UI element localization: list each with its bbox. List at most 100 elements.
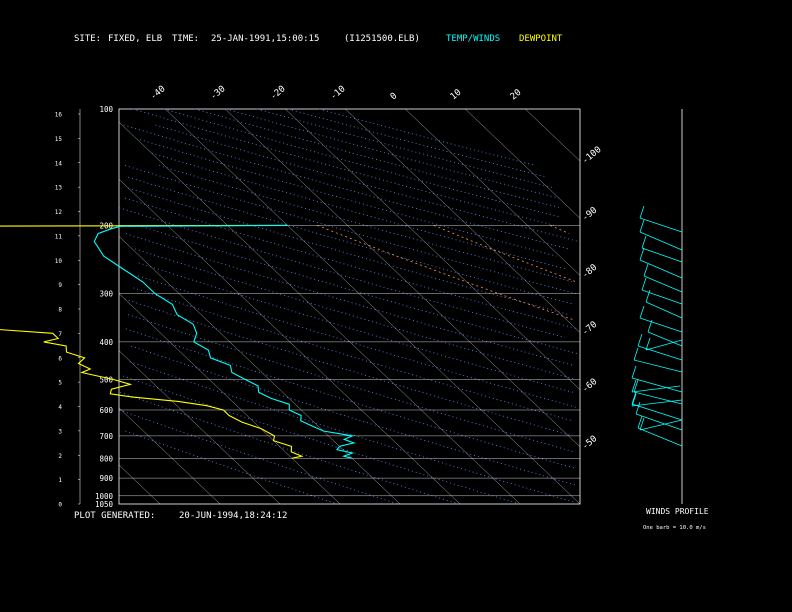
wind-barb-flag <box>631 391 637 405</box>
dry-adiabat-line <box>125 430 338 505</box>
isotherm-tick-label: -40 <box>149 84 168 102</box>
wind-barb-flag <box>643 263 649 277</box>
height-tick-label: 7 <box>58 331 62 338</box>
wind-barb-flag <box>639 219 645 233</box>
moist-adiabat-line <box>550 225 570 234</box>
pressure-tick-label: 700 <box>99 432 113 441</box>
pressure-tick-label: 900 <box>99 474 113 483</box>
isotherm-line <box>465 108 581 219</box>
wind-barb-flag <box>631 393 637 407</box>
dry-adiabat-line <box>124 165 577 294</box>
dry-adiabat-line <box>127 187 569 315</box>
height-tick-label: 8 <box>58 307 62 314</box>
dry-adiabat-line <box>287 108 547 178</box>
height-tick-label: 6 <box>58 355 62 362</box>
dry-adiabat-line <box>134 248 576 380</box>
height-tick-label: 9 <box>58 282 62 289</box>
isotherm-line <box>525 108 581 162</box>
wind-barb-shaft <box>645 339 683 351</box>
wind-barb-shaft <box>639 317 683 333</box>
winds-profile-panel: WINDS PROFILE One barb = 10.0 m/s <box>631 109 709 531</box>
isotherm-line <box>118 407 221 505</box>
wind-barb-flag <box>631 365 637 379</box>
wind-barb-flag <box>647 319 653 333</box>
plot-area: 1002003004005006007008009001000105001234… <box>0 84 604 509</box>
isotherm-line <box>285 108 581 390</box>
height-tick-label: 16 <box>55 112 63 119</box>
height-tick-label: 13 <box>55 185 63 192</box>
dry-adiabat-line <box>119 207 565 338</box>
time-label: TIME: <box>172 34 199 44</box>
dry-adiabat-line <box>128 176 575 305</box>
skew-t-chart: SITE: FIXED, ELB TIME: 25-JAN-1991,15:00… <box>0 34 709 531</box>
pressure-tick-label: 300 <box>99 290 113 299</box>
height-tick-label: 10 <box>55 258 63 265</box>
isotherm-line <box>118 179 461 505</box>
dry-adiabat-line <box>155 124 579 242</box>
plot-generated-label: PLOT GENERATED: <box>74 511 155 521</box>
isotherm-tick-label: -30 <box>209 84 228 102</box>
height-tick-label: 1 <box>58 477 62 484</box>
dry-adiabat-line <box>159 165 575 283</box>
wind-barb-shaft <box>631 385 681 393</box>
dry-adiabat-line <box>132 108 555 226</box>
wind-barb-shaft <box>643 275 683 293</box>
wind-barb-shaft <box>639 419 683 431</box>
pressure-tick-label: 400 <box>99 338 113 347</box>
isotherm-line <box>165 108 581 505</box>
dry-adiabat-line <box>151 152 568 270</box>
isotherm-tick-label: -100 <box>581 145 604 167</box>
plot-generated-value: 20-JUN-1994,18:24:12 <box>179 511 287 521</box>
wind-barb-shaft <box>637 345 683 361</box>
wind-barb-flag <box>633 347 639 361</box>
wind-barb-flag <box>641 277 647 291</box>
height-tick-label: 14 <box>55 160 63 167</box>
isotherm-line <box>118 464 161 505</box>
wind-barb-shaft <box>631 377 683 393</box>
site-value: FIXED, ELB <box>108 34 162 44</box>
legend-temp-winds: TEMP/WINDS <box>446 34 500 44</box>
dry-adiabat-line <box>124 197 578 330</box>
wind-barb-flag <box>633 379 639 393</box>
height-tick-label: 11 <box>55 233 63 240</box>
height-tick-label: 2 <box>58 453 62 460</box>
dry-adiabat-line <box>129 361 576 503</box>
isotherm-tick-label: -20 <box>269 84 288 102</box>
dry-adiabat-line <box>138 262 574 393</box>
wind-barb-flag <box>635 401 641 415</box>
dry-adiabat-line <box>122 375 520 505</box>
isotherm-line <box>118 121 521 505</box>
wind-barb-flag <box>645 337 651 351</box>
isotherm-tick-label: 0 <box>389 91 400 102</box>
height-tick-label: 15 <box>55 136 63 143</box>
pressure-tick-label: 100 <box>99 105 113 114</box>
pressure-tick-label: 800 <box>99 454 113 463</box>
dry-adiabat-line <box>124 298 573 437</box>
dry-adiabat-line <box>319 108 536 166</box>
isotherm-line <box>225 108 581 448</box>
wind-barb-shaft <box>633 391 683 405</box>
height-tick-label: 12 <box>55 209 63 216</box>
wind-barb-flag <box>641 235 647 249</box>
time-value: 25-JAN-1991,15:00:15 <box>211 34 319 44</box>
height-tick-label: 5 <box>58 380 62 387</box>
winds-profile-title: WINDS PROFILE <box>646 507 709 516</box>
dry-adiabat-line <box>163 108 559 218</box>
isotherm-tick-label: 20 <box>509 88 524 103</box>
wind-barb-shaft <box>637 427 683 447</box>
wind-barb-flag <box>639 205 645 219</box>
isotherm-line <box>118 236 401 505</box>
dry-adiabat-line <box>256 108 555 189</box>
pressure-tick-label: 600 <box>99 406 113 415</box>
moist-adiabat-line <box>317 225 573 320</box>
wind-barbs <box>631 205 683 447</box>
isotherm-tick-label: -90 <box>581 205 600 223</box>
dry-adiabat-line <box>125 328 576 469</box>
isotherm-line <box>405 108 581 276</box>
wind-barb-flag <box>637 333 643 347</box>
isotherm-tick-label: -70 <box>581 320 600 338</box>
dry-adiabat-line <box>127 314 575 453</box>
wind-barb-flag <box>639 247 645 261</box>
pressure-tick-label: 1050 <box>95 500 114 509</box>
wind-barb-flag <box>639 305 645 319</box>
